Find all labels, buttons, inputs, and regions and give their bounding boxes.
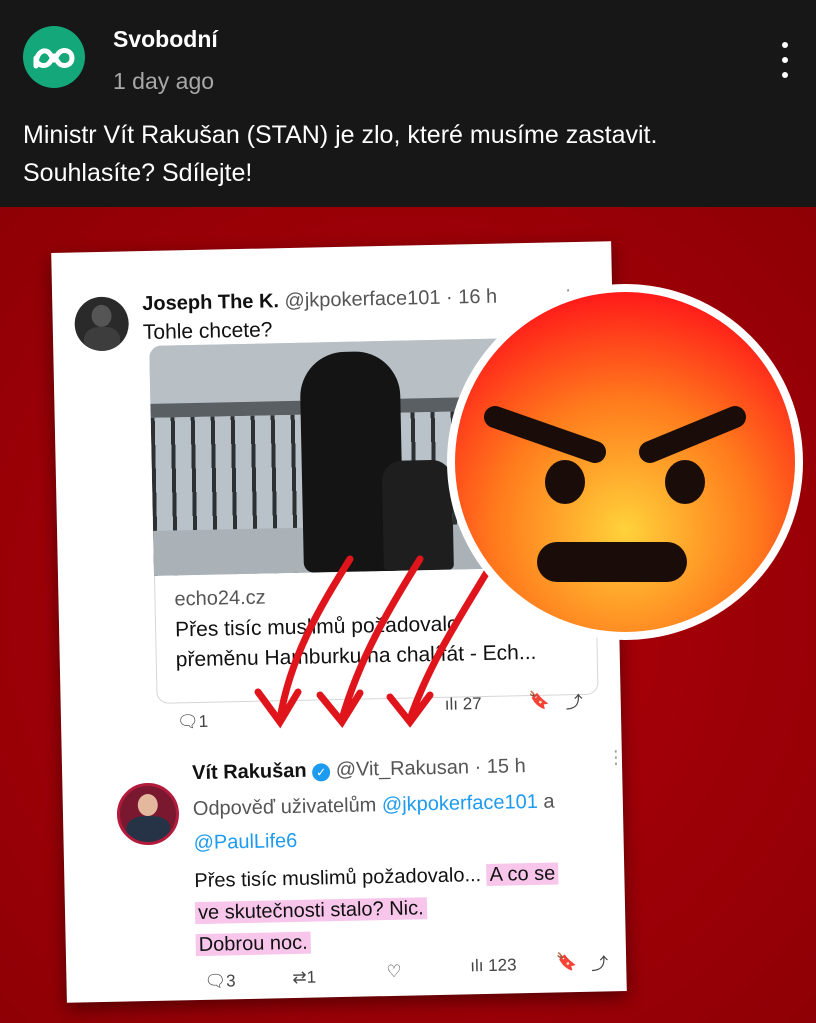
post-header: Svobodní 1 day ago Ministr Vít Rakušan (…	[0, 0, 816, 207]
post-image[interactable]: Joseph The K. @jkpokerface101 · 16 h ⋮ T…	[0, 207, 816, 1023]
post-text: Ministr Vít Rakušan (STAN) je zlo, které…	[23, 121, 658, 187]
post-timestamp: 1 day ago	[113, 68, 215, 94]
author-name[interactable]: Svobodní	[113, 26, 218, 53]
svobodni-logo-icon	[33, 48, 75, 69]
angry-face-emoji-icon	[447, 284, 803, 640]
more-options-icon[interactable]	[775, 42, 795, 78]
avatar[interactable]	[23, 26, 85, 88]
